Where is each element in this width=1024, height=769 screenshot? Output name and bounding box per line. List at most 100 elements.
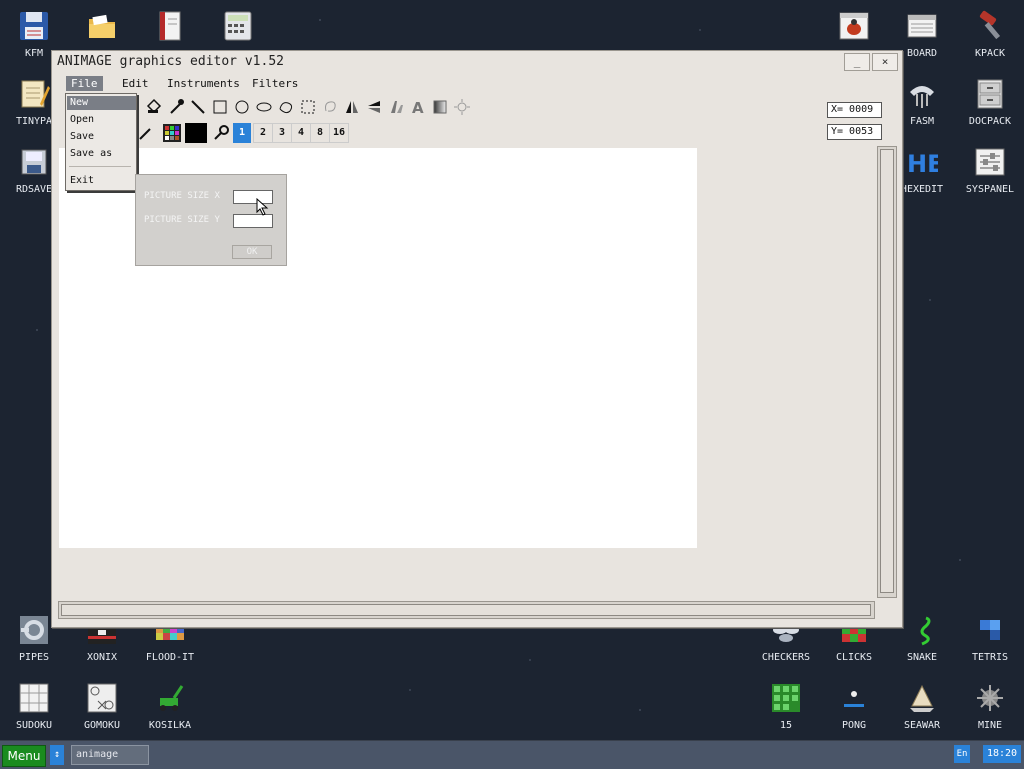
language-indicator[interactable]: En bbox=[954, 745, 970, 763]
desktop-icon-notebook[interactable] bbox=[136, 10, 204, 48]
fasm-icon bbox=[906, 78, 938, 110]
gomoku-icon bbox=[86, 682, 118, 714]
bug-icon bbox=[838, 10, 870, 42]
flip-vertical-icon[interactable] bbox=[364, 97, 384, 117]
desktop-icon-seawar[interactable]: SEAWAR bbox=[888, 682, 956, 731]
close-button[interactable]: × bbox=[872, 53, 898, 71]
line-width-16[interactable]: 16 bbox=[329, 123, 349, 143]
menu-file[interactable]: File bbox=[66, 76, 103, 91]
desktop-icon-label: SYSPANEL bbox=[965, 184, 1015, 195]
lasso-tool-icon[interactable] bbox=[320, 97, 340, 117]
desktop-icon-label: SUDOKU bbox=[15, 720, 53, 731]
menu-item-new[interactable]: New bbox=[67, 96, 136, 110]
fill-bucket-icon[interactable] bbox=[144, 97, 164, 117]
desktop-icon-label: PIPES bbox=[18, 652, 50, 663]
eyedropper-icon[interactable] bbox=[166, 97, 186, 117]
desktop-icon-label: KPACK bbox=[974, 48, 1006, 59]
minimize-button[interactable]: _ bbox=[844, 53, 870, 71]
palette-icon[interactable] bbox=[162, 123, 182, 143]
brightness-tool-icon[interactable] bbox=[452, 97, 472, 117]
desktop-icon-label: FLOOD-IT bbox=[145, 652, 195, 663]
desktop-icon-mine[interactable]: MINE bbox=[956, 682, 1024, 731]
taskbar-switch-button[interactable]: ↕ bbox=[50, 745, 64, 765]
line-width-8[interactable]: 8 bbox=[310, 123, 330, 143]
menu-item-save-as[interactable]: Save as bbox=[67, 147, 136, 161]
vertical-scroll-thumb[interactable] bbox=[880, 149, 894, 593]
start-menu-button[interactable]: Menu bbox=[2, 745, 46, 767]
line-width-3[interactable]: 3 bbox=[272, 123, 292, 143]
ellipse-tool-icon[interactable] bbox=[254, 97, 274, 117]
rotate-tool-icon[interactable] bbox=[386, 97, 406, 117]
zoom-icon[interactable] bbox=[212, 123, 232, 143]
horizontal-scroll-thumb[interactable] bbox=[61, 604, 871, 616]
ok-button[interactable]: OK bbox=[232, 245, 272, 259]
size-y-input[interactable] bbox=[233, 214, 273, 228]
vertical-scrollbar[interactable] bbox=[877, 146, 897, 598]
freeform-tool-icon[interactable] bbox=[276, 97, 296, 117]
desktop-icon-label: 15 bbox=[779, 720, 793, 731]
menu-item-open[interactable]: Open bbox=[67, 113, 136, 127]
circle-tool-icon[interactable] bbox=[232, 97, 252, 117]
desktop-icon-kpack[interactable]: KPACK bbox=[956, 10, 1024, 59]
menu-separator bbox=[69, 166, 131, 167]
flip-horizontal-icon[interactable] bbox=[342, 97, 362, 117]
pencil-tool-icon[interactable] bbox=[136, 123, 156, 143]
picture-size-dialog: PICTURE SIZE X PICTURE SIZE Y OK bbox=[135, 174, 287, 266]
horizontal-scrollbar[interactable] bbox=[58, 601, 875, 619]
svg-text:A: A bbox=[412, 99, 424, 117]
mine-icon bbox=[974, 682, 1006, 714]
desktop-icon-gomoku[interactable]: GOMOKU bbox=[68, 682, 136, 731]
fifteen-icon bbox=[770, 682, 802, 714]
desktop-icon-pong[interactable]: PONG bbox=[820, 682, 888, 731]
gradient-tool-icon[interactable] bbox=[430, 97, 450, 117]
hammer-icon bbox=[974, 10, 1006, 42]
select-tool-icon[interactable] bbox=[298, 97, 318, 117]
desktop-icon-label: KOSILKA bbox=[148, 720, 192, 731]
desktop-icon-label: SNAKE bbox=[906, 652, 938, 663]
desktop-icon-syspanel[interactable]: SYSPANEL bbox=[956, 146, 1024, 195]
desktop-icon-label: SEAWAR bbox=[903, 720, 941, 731]
line-width-4[interactable]: 4 bbox=[291, 123, 311, 143]
taskbar-item-animage[interactable]: animage bbox=[71, 745, 149, 765]
clock[interactable]: 18:20 bbox=[983, 745, 1021, 763]
sudoku-icon bbox=[18, 682, 50, 714]
size-y-label: PICTURE SIZE Y bbox=[144, 215, 220, 225]
hexedit-icon: HE bbox=[906, 146, 943, 178]
animage-window: ANIMAGE graphics editor v1.52 _ × File E… bbox=[51, 50, 903, 628]
calculator-icon bbox=[222, 10, 254, 42]
desktop-icon-label: TETRIS bbox=[971, 652, 1009, 663]
current-color-swatch[interactable] bbox=[185, 123, 207, 143]
desktop-icon-kosilka[interactable]: KOSILKA bbox=[136, 682, 204, 731]
desktop-icon-fifteen[interactable]: 15 bbox=[752, 682, 820, 731]
menu-edit[interactable]: Edit bbox=[117, 76, 154, 91]
desktop-icon-tetris[interactable]: TETRIS bbox=[956, 614, 1024, 663]
mouse-cursor-icon bbox=[256, 197, 270, 216]
line-width-2[interactable]: 2 bbox=[253, 123, 273, 143]
menu-item-save[interactable]: Save bbox=[67, 130, 136, 144]
window-titlebar[interactable]: ANIMAGE graphics editor v1.52 _ × bbox=[52, 51, 902, 73]
svg-text:HE: HE bbox=[907, 150, 938, 178]
desktop-icon-label: PONG bbox=[841, 720, 867, 731]
desktop-icon-bug[interactable] bbox=[820, 10, 888, 48]
pipes-icon bbox=[18, 614, 50, 646]
snake-icon bbox=[906, 614, 938, 646]
desktop-icon-calculator[interactable] bbox=[204, 10, 272, 48]
desktop-icon-sudoku[interactable]: SUDOKU bbox=[0, 682, 68, 731]
tetris-icon bbox=[974, 614, 1006, 646]
menu-instruments[interactable]: Instruments bbox=[162, 76, 245, 91]
text-tool-icon[interactable]: A bbox=[408, 97, 428, 117]
desktop-icon-label: DOCPACK bbox=[968, 116, 1012, 127]
desktop-icon-docpack[interactable]: DOCPACK bbox=[956, 78, 1024, 127]
line-width-1[interactable]: 1 bbox=[233, 123, 251, 143]
taskbar: Menu ↕ animage En 18:20 bbox=[0, 740, 1024, 769]
file-dropdown-menu: New Open Save Save as Exit bbox=[65, 93, 137, 191]
desktop-icon-label: CLICKS bbox=[835, 652, 873, 663]
menu-item-exit[interactable]: Exit bbox=[67, 174, 136, 188]
seawar-icon bbox=[906, 682, 938, 714]
rectangle-tool-icon[interactable] bbox=[210, 97, 230, 117]
menu-filters[interactable]: Filters bbox=[247, 76, 303, 91]
x-coordinate-display: X= 0009 bbox=[827, 102, 882, 118]
line-tool-icon[interactable] bbox=[188, 97, 208, 117]
folder-icon bbox=[86, 10, 118, 42]
desktop-icon-folder[interactable] bbox=[68, 10, 136, 48]
